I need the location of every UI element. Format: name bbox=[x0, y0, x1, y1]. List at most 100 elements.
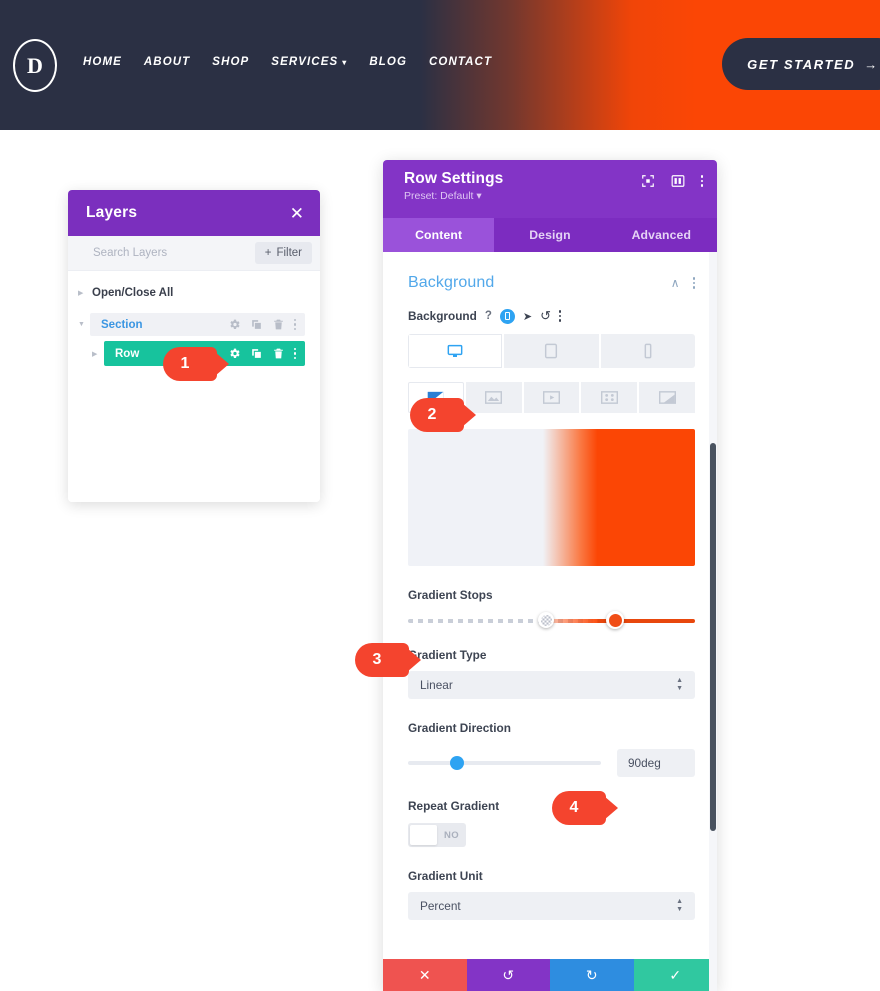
kebab-menu-icon[interactable] bbox=[293, 318, 296, 331]
mask-icon bbox=[658, 391, 676, 404]
nav-item-blog[interactable]: BLOG bbox=[369, 56, 407, 68]
phone-icon bbox=[644, 343, 652, 359]
kebab-menu-icon[interactable] bbox=[692, 277, 695, 289]
tab-advanced[interactable]: Advanced bbox=[606, 218, 717, 252]
preset-label: Preset: Default bbox=[404, 190, 474, 202]
expand-icon[interactable] bbox=[641, 174, 655, 188]
screenshot-root: D HOME ABOUT SHOP SERVICES ▾ BLOG CONTACT… bbox=[0, 0, 880, 991]
layers-panel-title: Layers bbox=[86, 204, 138, 221]
gear-icon[interactable] bbox=[228, 318, 241, 331]
bg-type-pattern[interactable] bbox=[581, 382, 638, 413]
background-field-label: Background bbox=[408, 309, 477, 323]
nav-label: CONTACT bbox=[429, 56, 493, 68]
chevron-up-icon[interactable]: ∧ bbox=[671, 276, 680, 290]
chevron-down-icon[interactable]: ▼ bbox=[78, 321, 90, 328]
kebab-menu-icon[interactable] bbox=[558, 310, 562, 322]
nav-label: SHOP bbox=[212, 56, 250, 68]
gradient-stops-slider[interactable] bbox=[408, 611, 695, 629]
layer-open-close-all[interactable]: ▶ Open/Close All bbox=[68, 281, 320, 305]
save-button[interactable]: ✓ bbox=[633, 959, 717, 991]
gradient-direction-input[interactable]: 90deg bbox=[617, 749, 695, 777]
pattern-icon bbox=[600, 391, 618, 404]
gradient-unit-value: Percent bbox=[420, 899, 461, 913]
marker-number: 3 bbox=[372, 651, 382, 668]
device-tab-desktop[interactable] bbox=[408, 334, 505, 368]
tab-content[interactable]: Content bbox=[383, 218, 495, 252]
desktop-icon bbox=[447, 344, 463, 357]
chevron-right-icon[interactable]: ▶ bbox=[92, 350, 104, 358]
nav-item-services[interactable]: SERVICES ▾ bbox=[271, 56, 347, 68]
cta-label: GET STARTED bbox=[747, 56, 856, 72]
slider-track bbox=[408, 761, 601, 765]
nav-item-shop[interactable]: SHOP bbox=[212, 56, 249, 68]
responsive-icon[interactable] bbox=[499, 308, 515, 324]
site-header: D HOME ABOUT SHOP SERVICES ▾ BLOG CONTACT… bbox=[0, 0, 880, 130]
gradient-type-select[interactable]: Linear ▲ ▼ bbox=[408, 671, 695, 699]
get-started-button[interactable]: GET STARTED → bbox=[722, 38, 880, 90]
open-close-all-label: Open/Close All bbox=[92, 287, 174, 299]
reset-icon[interactable]: ↺ bbox=[540, 308, 551, 324]
gradient-stop-handle-start[interactable] bbox=[538, 612, 554, 628]
gradient-preview bbox=[408, 429, 695, 566]
trash-icon[interactable] bbox=[272, 347, 285, 360]
nav-item-contact[interactable]: CONTACT bbox=[429, 56, 492, 68]
gear-icon[interactable] bbox=[228, 347, 241, 360]
undo-button[interactable]: ↺ bbox=[466, 959, 550, 991]
slider-knob[interactable] bbox=[450, 756, 464, 770]
gradient-direction-slider[interactable] bbox=[408, 756, 601, 770]
marker-bubble bbox=[163, 347, 217, 381]
tab-design[interactable]: Design bbox=[494, 218, 605, 252]
gradient-stops-label: Gradient Stops bbox=[408, 588, 493, 602]
columns-layout-icon[interactable] bbox=[671, 174, 685, 188]
gradient-type-block: Gradient Type Linear ▲ ▼ bbox=[383, 648, 717, 699]
device-tab-phone[interactable] bbox=[600, 334, 695, 368]
filter-button[interactable]: + Filter bbox=[254, 242, 312, 264]
chevron-down-icon: ▾ bbox=[476, 190, 482, 202]
gradient-stops-block: Gradient Stops bbox=[383, 588, 717, 629]
arrow-right-icon: → bbox=[864, 56, 879, 72]
row-label: Row bbox=[115, 347, 140, 360]
nav-item-about[interactable]: ABOUT bbox=[144, 56, 190, 68]
nav-label: SERVICES bbox=[271, 56, 339, 68]
row-row-actions bbox=[228, 347, 306, 360]
gradient-unit-label: Gradient Unit bbox=[408, 869, 483, 883]
row-settings-header: Row Settings Preset: Default ▾ bbox=[383, 160, 717, 218]
chevron-right-icon: ▶ bbox=[78, 290, 84, 297]
toggle-value: NO bbox=[444, 829, 460, 841]
divi-logo[interactable]: D bbox=[13, 39, 57, 92]
callout-marker-4: 4 bbox=[552, 791, 618, 825]
panel-scrollbar-thumb[interactable] bbox=[710, 443, 716, 831]
nav-item-home[interactable]: HOME bbox=[83, 56, 122, 68]
callout-marker-1: 1 bbox=[163, 347, 229, 381]
duplicate-icon[interactable] bbox=[250, 318, 263, 331]
trash-icon[interactable] bbox=[272, 318, 285, 331]
gradient-unit-block: Gradient Unit Percent ▲ ▼ bbox=[383, 869, 717, 920]
gradient-direction-label: Gradient Direction bbox=[408, 721, 511, 735]
duplicate-icon[interactable] bbox=[250, 347, 263, 360]
bg-type-video[interactable] bbox=[523, 382, 580, 413]
gradient-direction-row: 90deg bbox=[408, 749, 695, 777]
kebab-menu-icon[interactable] bbox=[293, 347, 296, 360]
plus-icon: + bbox=[264, 247, 272, 259]
device-preview-tabs bbox=[408, 334, 695, 368]
section-header-actions: ∧ bbox=[671, 276, 695, 290]
help-icon[interactable]: ? bbox=[485, 310, 492, 322]
chevron-down-icon: ▾ bbox=[342, 58, 348, 67]
toggle-knob bbox=[410, 825, 437, 845]
gradient-unit-select[interactable]: Percent ▲ ▼ bbox=[408, 892, 695, 920]
kebab-menu-icon[interactable] bbox=[700, 175, 703, 187]
marker-bubble bbox=[410, 398, 464, 432]
cancel-button[interactable]: ✕ bbox=[383, 959, 467, 991]
repeat-gradient-toggle[interactable]: NO bbox=[408, 823, 466, 847]
layer-item-section[interactable]: Section bbox=[90, 313, 305, 336]
preset-selector[interactable]: Preset: Default ▾ bbox=[404, 190, 701, 202]
device-tab-tablet[interactable] bbox=[504, 334, 601, 368]
nav-label: BLOG bbox=[369, 56, 408, 68]
hover-cursor-icon[interactable]: ➤ bbox=[523, 310, 532, 323]
repeat-gradient-block: Repeat Gradient NO bbox=[383, 799, 717, 847]
close-icon[interactable]: ✕ bbox=[290, 205, 304, 222]
search-layers-input[interactable]: Search Layers bbox=[93, 247, 167, 259]
redo-button[interactable]: ↻ bbox=[550, 959, 634, 991]
bg-type-mask[interactable] bbox=[639, 382, 695, 413]
gradient-stop-handle-end[interactable] bbox=[606, 611, 624, 629]
